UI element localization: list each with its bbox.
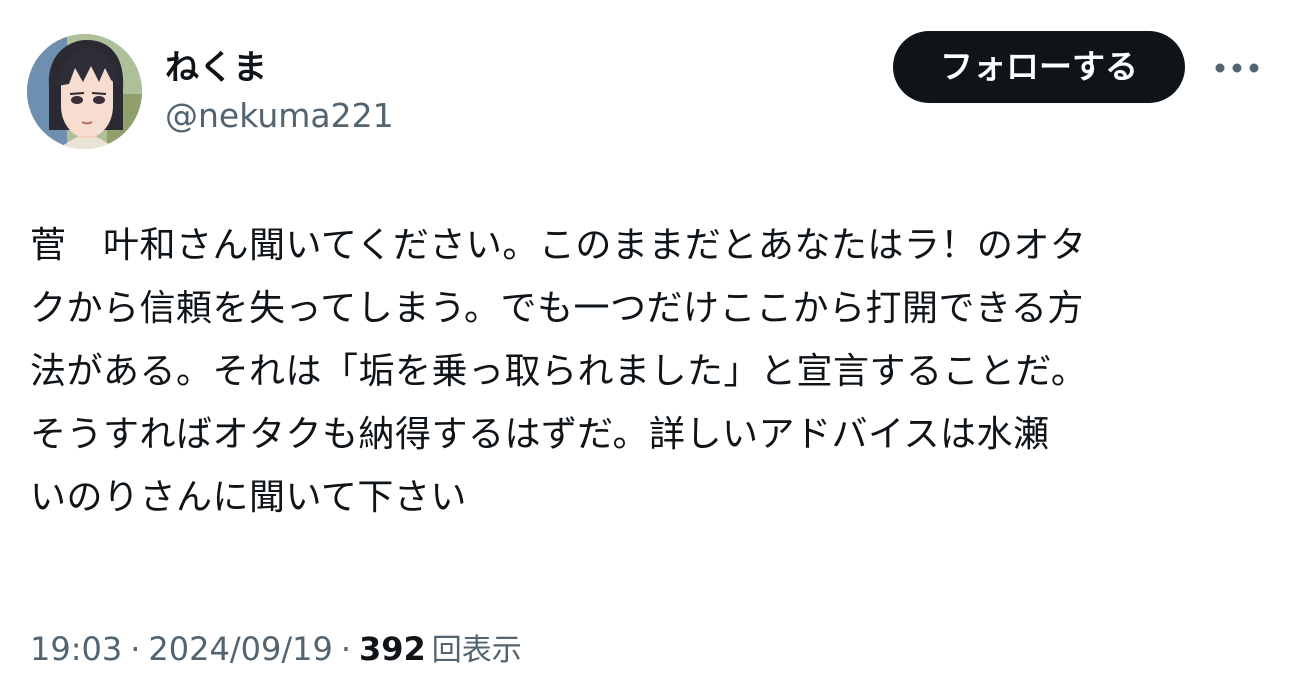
tweet-date[interactable]: 2024/09/19 bbox=[148, 630, 332, 668]
tweet-text-line: 法がある。それは「垢を乗っ取られました」と宣言することだ。 bbox=[30, 351, 1088, 392]
tweet-text: 菅 叶和さん聞いてください。このままだとあなたはラ！のオタ クから信頼を失ってし… bbox=[30, 214, 1260, 529]
avatar[interactable] bbox=[27, 34, 142, 149]
tweet-text-line: 菅 叶和さん聞いてください。このままだとあなたはラ！のオタ bbox=[30, 225, 1087, 266]
more-horizontal-icon bbox=[1215, 63, 1259, 73]
meta-separator: · bbox=[340, 630, 351, 668]
tweet-text-line: いのりさんに聞いて下さい bbox=[30, 477, 467, 518]
author-display-name[interactable]: ねくま bbox=[165, 48, 267, 88]
tweet-time[interactable]: 19:03 bbox=[30, 630, 122, 668]
tweet-text-line: クから信頼を失ってしまう。でも一つだけここから打開できる方 bbox=[30, 288, 1084, 329]
anime-character-avatar-icon bbox=[27, 34, 142, 149]
tweet-text-line: そうすればオタクも納得するはずだ。詳しいアドバイスは水瀬 bbox=[30, 414, 1050, 455]
author-handle[interactable]: @nekuma221 bbox=[165, 96, 394, 136]
views-label[interactable]: 回表示 bbox=[426, 633, 522, 668]
meta-separator: · bbox=[130, 630, 141, 668]
tweet-meta: 19:03 · 2024/09/19 · 392 回表示 bbox=[30, 627, 522, 673]
more-options-button[interactable] bbox=[1210, 50, 1266, 86]
views-count[interactable]: 392 bbox=[359, 630, 426, 668]
follow-button[interactable]: フォローする bbox=[893, 31, 1185, 103]
